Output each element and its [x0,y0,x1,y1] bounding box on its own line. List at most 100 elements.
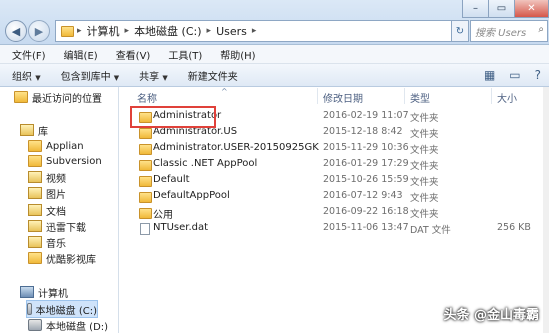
nav-library-documents[interactable]: 文档 [28,202,66,218]
folder-icon [28,155,42,167]
maximize-button[interactable]: ▭ [488,0,515,18]
file-type: 文件夹 [410,161,439,172]
watermark: 头条 @金山毒霸 [443,308,539,323]
view-options-icon[interactable]: ▦ [484,68,495,82]
preview-pane-icon[interactable]: ▭ [509,68,520,82]
share-button[interactable]: 共享 ▼ [127,68,176,83]
menu-help[interactable]: 帮助(H) [208,47,261,62]
file-row-administrator-user[interactable]: Administrator.USER-20150925GK 2015-11-29… [121,141,549,157]
file-type: 文件夹 [410,209,439,220]
folder-icon [139,160,152,171]
nav-drive-d[interactable]: 本地磁盘 (D:) [28,317,108,333]
nav-drive-c[interactable]: 本地磁盘 (C:) [26,300,98,318]
column-header-size[interactable]: 大小 [497,90,517,105]
nav-item-label: 本地磁盘 (D:) [46,321,109,333]
breadcrumb-users[interactable]: Users [211,25,252,38]
vertical-scrollbar[interactable] [543,87,549,333]
column-divider[interactable] [317,88,318,104]
column-header-name[interactable]: 名称 [137,90,157,105]
chevron-down-icon: ▼ [113,73,120,82]
folder-icon [139,176,152,187]
folder-icon [139,192,152,203]
new-folder-button[interactable]: 新建文件夹 [176,68,246,83]
library-icon [20,124,34,136]
nav-library-thunder-downloads[interactable]: 迅雷下载 [28,218,86,234]
view-controls: ▦ ▭ ? [484,68,541,82]
forward-button[interactable]: ▶ [28,20,50,42]
menu-edit[interactable]: 编辑(E) [52,47,104,62]
file-row-ntuser-dat[interactable]: NTUser.dat 2015-11-06 13:47 DAT 文件 256 K… [121,221,549,237]
address-bar-area: – ▭ ✕ ◀ ▶ ▸ 计算机 ▸ 本地磁盘 (C:) ▸ Users ▸ ↻ … [0,0,549,45]
file-date: 2015-10-26 15:59 [323,174,409,185]
include-library-button[interactable]: 包含到库中 ▼ [49,68,128,83]
file-type: 文件夹 [410,177,439,188]
file-name: 公用 [153,210,173,221]
chevron-down-icon: ▼ [162,73,168,82]
column-divider[interactable] [404,88,405,104]
nav-item-label: 文档 [46,206,66,218]
back-arrow-icon: ◀ [11,24,21,38]
nav-recent-label: 最近访问的位置 [32,93,102,105]
file-size: 256 KB [497,222,531,233]
back-button[interactable]: ◀ [5,20,27,42]
breadcrumb-computer[interactable]: 计算机 [82,23,125,39]
folder-icon [61,25,74,37]
folder-icon [139,144,152,155]
nav-computer[interactable]: 计算机 [20,284,68,300]
file-name: NTUser.dat [153,222,209,233]
nav-libraries[interactable]: 库 [20,122,48,138]
refresh-icon: ↻ [455,25,465,37]
recent-places-icon [14,91,28,103]
nav-library-youku[interactable]: 优酷影视库 [28,250,96,266]
forward-arrow-icon: ▶ [34,24,44,38]
file-date: 2015-11-29 10:36 [323,142,409,153]
breadcrumb-drive-c[interactable]: 本地磁盘 (C:) [129,23,206,39]
nav-library-applian[interactable]: Applian [28,138,84,154]
nav-library-subversion[interactable]: Subversion [28,153,102,169]
search-input[interactable]: 搜索 Users ⌕ [470,20,548,42]
picture-icon [28,187,42,199]
nav-recent-places[interactable]: 最近访问的位置 [14,89,102,105]
nav-item-label: 音乐 [46,238,66,250]
download-icon [28,220,42,232]
file-row-defaultapppool[interactable]: DefaultAppPool 2016-07-12 9:43 文件夹 [121,189,549,205]
nav-library-pictures[interactable]: 图片 [28,185,66,201]
computer-icon [20,286,34,298]
document-icon [28,204,42,216]
file-row-public[interactable]: 公用 2016-09-22 16:18 文件夹 [121,205,549,221]
column-header-date[interactable]: 修改日期 [323,90,363,105]
nav-item-label: Applian [46,140,84,152]
minimize-button[interactable]: – [462,0,489,18]
nav-library-music[interactable]: 音乐 [28,234,66,250]
organize-button[interactable]: 组织 ▼ [0,68,49,83]
file-date: 2016-01-29 17:29 [323,158,409,169]
file-name: DefaultAppPool [153,190,230,201]
close-button[interactable]: ✕ [514,0,549,18]
nav-item-label: 视频 [46,173,66,185]
file-type: 文件夹 [410,113,439,124]
file-row-classic-net-apppool[interactable]: Classic .NET AppPool 2016-01-29 17:29 文件… [121,157,549,173]
search-icon: ⌕ [538,24,544,35]
nav-item-label: 图片 [46,189,66,201]
file-row-default[interactable]: Default 2015-10-26 15:59 文件夹 [121,173,549,189]
file-icon [140,223,150,235]
folder-icon [28,140,42,152]
nav-item-label: 本地磁盘 (C:) [35,305,97,317]
nav-computer-label: 计算机 [38,288,68,300]
nav-library-videos[interactable]: 视频 [28,169,66,185]
menu-tools[interactable]: 工具(T) [156,47,208,62]
chevron-down-icon: ▼ [35,73,41,82]
menu-file[interactable]: 文件(F) [0,47,52,62]
refresh-button[interactable]: ↻ [451,20,469,42]
share-label: 共享 [139,71,160,83]
address-input[interactable]: ▸ 计算机 ▸ 本地磁盘 (C:) ▸ Users ▸ [55,20,452,42]
menu-view[interactable]: 查看(V) [104,47,157,62]
file-name: Classic .NET AppPool [153,158,258,169]
chevron-right-icon[interactable]: ▸ [252,26,257,36]
column-header-type[interactable]: 类型 [410,90,430,105]
file-type: 文件夹 [410,145,439,156]
help-icon[interactable]: ? [535,68,541,82]
file-type: DAT 文件 [410,225,451,236]
column-divider[interactable] [491,88,492,104]
nav-library-label: 库 [38,126,48,138]
